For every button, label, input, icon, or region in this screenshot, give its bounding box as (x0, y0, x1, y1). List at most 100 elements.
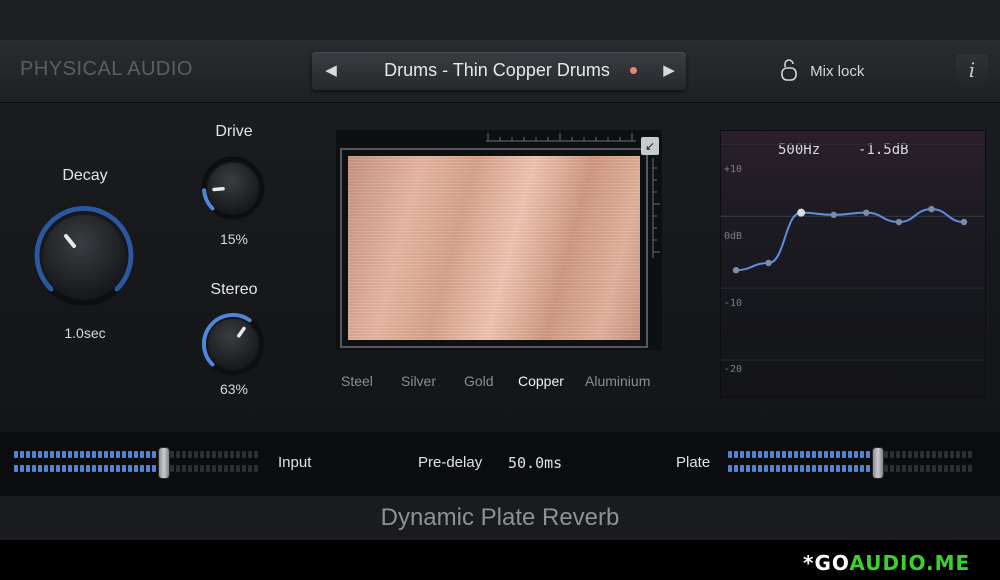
meter-segment (908, 465, 912, 472)
meter-segment (236, 451, 240, 458)
meter-segment (254, 465, 258, 472)
meter-segment (152, 465, 156, 472)
meter-segment (890, 465, 894, 472)
meter-segment (794, 451, 798, 458)
meter-segment (134, 451, 138, 458)
meter-segment (110, 465, 114, 472)
eq-tick-label: 0dB (724, 231, 743, 242)
meter-segment (800, 451, 804, 458)
meter-segment (860, 451, 864, 458)
meter-segment (968, 465, 972, 472)
meter-segment (146, 465, 150, 472)
plate-surface (348, 156, 640, 340)
meter-segment (218, 451, 222, 458)
eq-band-point[interactable] (830, 211, 837, 219)
eq-band-point[interactable] (895, 218, 903, 226)
meter-segment (80, 465, 84, 472)
meter-segment (62, 451, 66, 458)
meter-segment (32, 465, 36, 472)
meter-segment (818, 451, 822, 458)
info-button[interactable]: i (956, 54, 988, 86)
plate-label: Plate (676, 454, 711, 471)
decay-knob[interactable] (34, 206, 134, 306)
input-meter[interactable] (14, 447, 260, 479)
predelay-value[interactable]: 50.0ms (508, 454, 562, 472)
preset-next-button[interactable]: ▶ (658, 59, 680, 83)
drive-knob[interactable] (201, 156, 265, 220)
meter-segment (56, 465, 60, 472)
material-option-aluminium[interactable]: Aluminium (585, 373, 650, 389)
meter-segment (950, 451, 954, 458)
meter-segment (116, 465, 120, 472)
plugin-window: PHYSICAL AUDIO ◀ Drums - Thin Copper Dru… (0, 0, 1000, 580)
brand-logo: PHYSICAL AUDIO (20, 58, 193, 80)
meter-fader-handle[interactable] (158, 447, 170, 479)
meter-segment (914, 465, 918, 472)
meter-segment (236, 465, 240, 472)
meter-segment (62, 465, 66, 472)
meter-segment (950, 465, 954, 472)
meter-segment (86, 451, 90, 458)
eq-band-point[interactable] (765, 259, 772, 267)
meter-segment (98, 451, 102, 458)
meter-segment (920, 465, 924, 472)
eq-band-point[interactable] (928, 205, 935, 213)
meter-segment (74, 451, 78, 458)
meter-segment (224, 465, 228, 472)
material-option-copper[interactable]: Copper (518, 373, 564, 389)
material-option-steel[interactable]: Steel (341, 373, 373, 389)
meter-segment (818, 465, 822, 472)
copper-plate[interactable] (340, 148, 648, 348)
meter-segment (728, 465, 732, 472)
eq-band-point[interactable] (863, 209, 870, 216)
watermark-part2: AUDIO.ME (849, 551, 971, 575)
material-option-gold[interactable]: Gold (464, 373, 494, 389)
meter-segment (776, 465, 780, 472)
product-name: Dynamic Plate Reverb (380, 504, 620, 531)
meter-fader-handle[interactable] (872, 447, 884, 479)
mix-lock-toggle[interactable]: Mix lock (780, 58, 864, 86)
meter-segment (854, 451, 858, 458)
meter-segment (20, 451, 24, 458)
meter-segment (44, 465, 48, 472)
meter-segment (248, 451, 252, 458)
meter-segment (944, 451, 948, 458)
predelay-label: Pre-delay (418, 454, 483, 471)
preset-prev-button[interactable]: ◀ (320, 59, 342, 83)
meter-segment (56, 451, 60, 458)
meter-segment (740, 451, 744, 458)
preset-name[interactable]: Drums - Thin Copper Drums (352, 60, 642, 81)
plate-resize-icon[interactable]: ↙ (641, 137, 659, 155)
meter-segment (944, 465, 948, 472)
meter-segment (776, 451, 780, 458)
meter-segment (128, 451, 132, 458)
stereo-knob[interactable] (201, 312, 265, 376)
meter-segment (956, 465, 960, 472)
meter-segment (842, 465, 846, 472)
material-option-silver[interactable]: Silver (401, 373, 436, 389)
meter-segment (884, 465, 888, 472)
eq-tick-label: -20 (724, 364, 743, 375)
meter-segment (80, 451, 84, 458)
meter-segment (182, 451, 186, 458)
meter-segment (848, 465, 852, 472)
eq-band-point[interactable] (732, 266, 740, 274)
meter-segment (788, 451, 792, 458)
meter-segment (92, 451, 96, 458)
meter-segment (806, 451, 810, 458)
meter-segment (248, 465, 252, 472)
meter-segment (836, 451, 840, 458)
lock-icon (780, 58, 798, 86)
meter-segment (122, 451, 126, 458)
preset-selector[interactable]: ◀ Drums - Thin Copper Drums ▶ (312, 52, 686, 90)
eq-band-point[interactable] (797, 208, 806, 217)
eq-band-point[interactable] (960, 218, 968, 226)
meter-segment (968, 451, 972, 458)
meter-segment (854, 465, 858, 472)
eq-curve-plot[interactable] (720, 130, 984, 396)
meter-segment (98, 465, 102, 472)
meter-segment (212, 451, 216, 458)
plate-meter[interactable] (728, 447, 974, 479)
meter-segment (188, 465, 192, 472)
meter-segment (230, 451, 234, 458)
